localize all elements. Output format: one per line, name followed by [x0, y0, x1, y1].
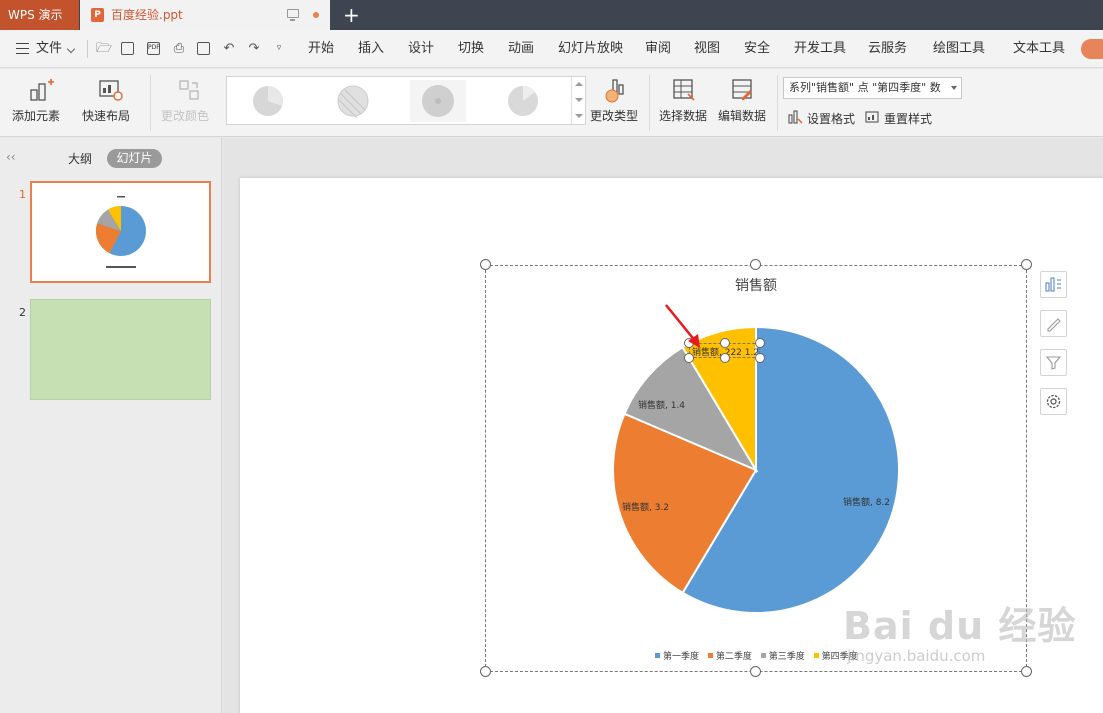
chart-filter-icon	[1045, 356, 1062, 370]
watermark-logo: Bai du 经验	[843, 604, 1077, 648]
chart-elements-button[interactable]	[1040, 271, 1067, 298]
resize-handle[interactable]	[755, 338, 765, 348]
chart-settings-button[interactable]	[1040, 388, 1067, 415]
red-arrow-annotation	[665, 304, 700, 348]
data-label[interactable]: 销售额, 8.2	[843, 495, 890, 508]
watermark-url: jingyan.baidu.com	[847, 647, 986, 665]
data-label[interactable]: 销售额, 1.4	[638, 398, 685, 411]
resize-handle[interactable]	[755, 353, 765, 363]
legend-item: 第一季度	[655, 652, 699, 662]
chart-style-icon	[1047, 318, 1061, 332]
resize-handle[interactable]	[720, 353, 730, 363]
baidu-watermark: Bai du 经验 jingyan.baidu.com	[843, 595, 1077, 665]
chart-elements-icon	[1045, 277, 1061, 292]
resize-handle[interactable]	[720, 338, 730, 348]
chart-settings-icon	[1046, 394, 1061, 409]
chart-filter-button[interactable]	[1040, 349, 1067, 376]
legend-item: 第二季度	[707, 652, 752, 662]
legend-item: 第三季度	[760, 652, 805, 662]
data-label[interactable]: 销售额, 3.2	[622, 500, 669, 513]
chart-legend[interactable]: 第一季度 第二季度 第三季度 第四季度	[655, 649, 864, 662]
resize-handle[interactable]	[684, 353, 694, 363]
chart-style-button[interactable]	[1040, 310, 1067, 337]
